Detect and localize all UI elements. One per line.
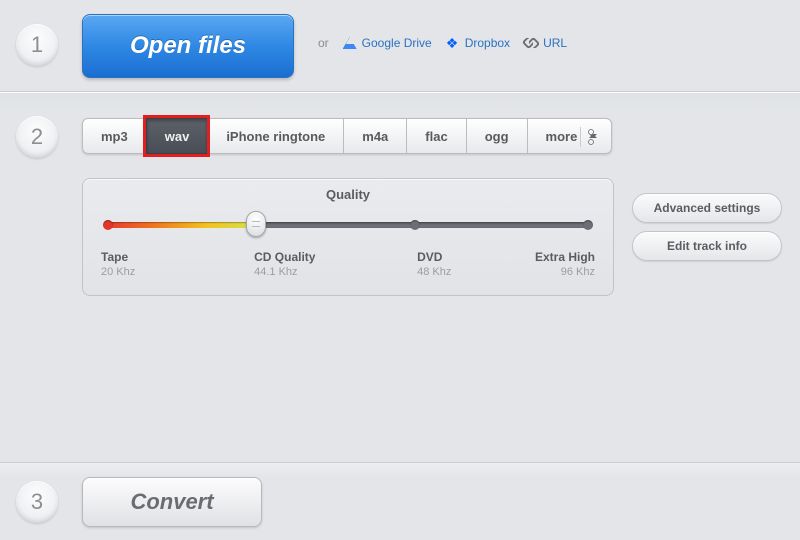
step-number-2: 2 xyxy=(16,116,58,158)
source-row: or Google Drive Dropbox URL xyxy=(318,36,567,50)
link-icon xyxy=(524,37,538,49)
format-tab-bar: mp3 wav iPhone ringtone m4a flac ogg mor… xyxy=(82,118,612,154)
source-google-drive[interactable]: Google Drive xyxy=(343,36,432,50)
quality-panel: Quality Tape 20 Khz CD Quality 44.1 Khz … xyxy=(82,178,614,296)
google-drive-label: Google Drive xyxy=(362,36,432,50)
source-dropbox[interactable]: Dropbox xyxy=(446,36,510,50)
quality-slider[interactable] xyxy=(107,216,589,234)
quality-labels: Tape 20 Khz CD Quality 44.1 Khz DVD 48 K… xyxy=(101,250,595,278)
quality-label-dvd: DVD 48 Khz xyxy=(417,250,526,278)
format-iphone-ringtone[interactable]: iPhone ringtone xyxy=(207,118,343,154)
format-ogg[interactable]: ogg xyxy=(466,118,527,154)
convert-button[interactable]: Convert xyxy=(82,477,262,527)
step-number-3: 3 xyxy=(16,481,58,523)
quality-title: Quality xyxy=(101,187,595,202)
url-label: URL xyxy=(543,36,567,50)
advanced-settings-button[interactable]: Advanced settings xyxy=(632,193,782,223)
quality-label-cd: CD Quality 44.1 Khz xyxy=(254,250,402,278)
format-wav[interactable]: wav xyxy=(146,118,208,154)
dropbox-label: Dropbox xyxy=(465,36,510,50)
step-number-1: 1 xyxy=(16,24,58,66)
open-files-button[interactable]: Open files xyxy=(82,14,294,78)
format-m4a[interactable]: m4a xyxy=(343,118,406,154)
step-3-convert: 3 Convert xyxy=(0,462,800,540)
quality-label-extrahigh: Extra High 96 Khz xyxy=(526,250,595,278)
slider-stop-dvd xyxy=(410,220,420,230)
or-label: or xyxy=(318,36,329,50)
step-1-open: 1 Open files or Google Drive Dropbox URL xyxy=(0,0,800,92)
format-flac[interactable]: flac xyxy=(406,118,465,154)
format-more-dropdown[interactable]: more xyxy=(527,118,613,154)
dropbox-icon xyxy=(446,37,460,49)
slider-stop-extrahigh xyxy=(583,220,593,230)
format-mp3[interactable]: mp3 xyxy=(82,118,146,154)
step-2-format: 2 mp3 wav iPhone ringtone m4a flac ogg m… xyxy=(0,92,800,462)
slider-stop-tape xyxy=(103,220,113,230)
format-more-label: more xyxy=(546,129,578,144)
source-url[interactable]: URL xyxy=(524,36,567,50)
google-drive-icon xyxy=(343,37,357,49)
edit-track-info-button[interactable]: Edit track info xyxy=(632,231,782,261)
quality-label-tape: Tape 20 Khz xyxy=(101,250,190,278)
slider-thumb[interactable] xyxy=(246,211,266,237)
chevron-updown-icon xyxy=(589,134,597,142)
slider-track-fill xyxy=(107,222,256,228)
